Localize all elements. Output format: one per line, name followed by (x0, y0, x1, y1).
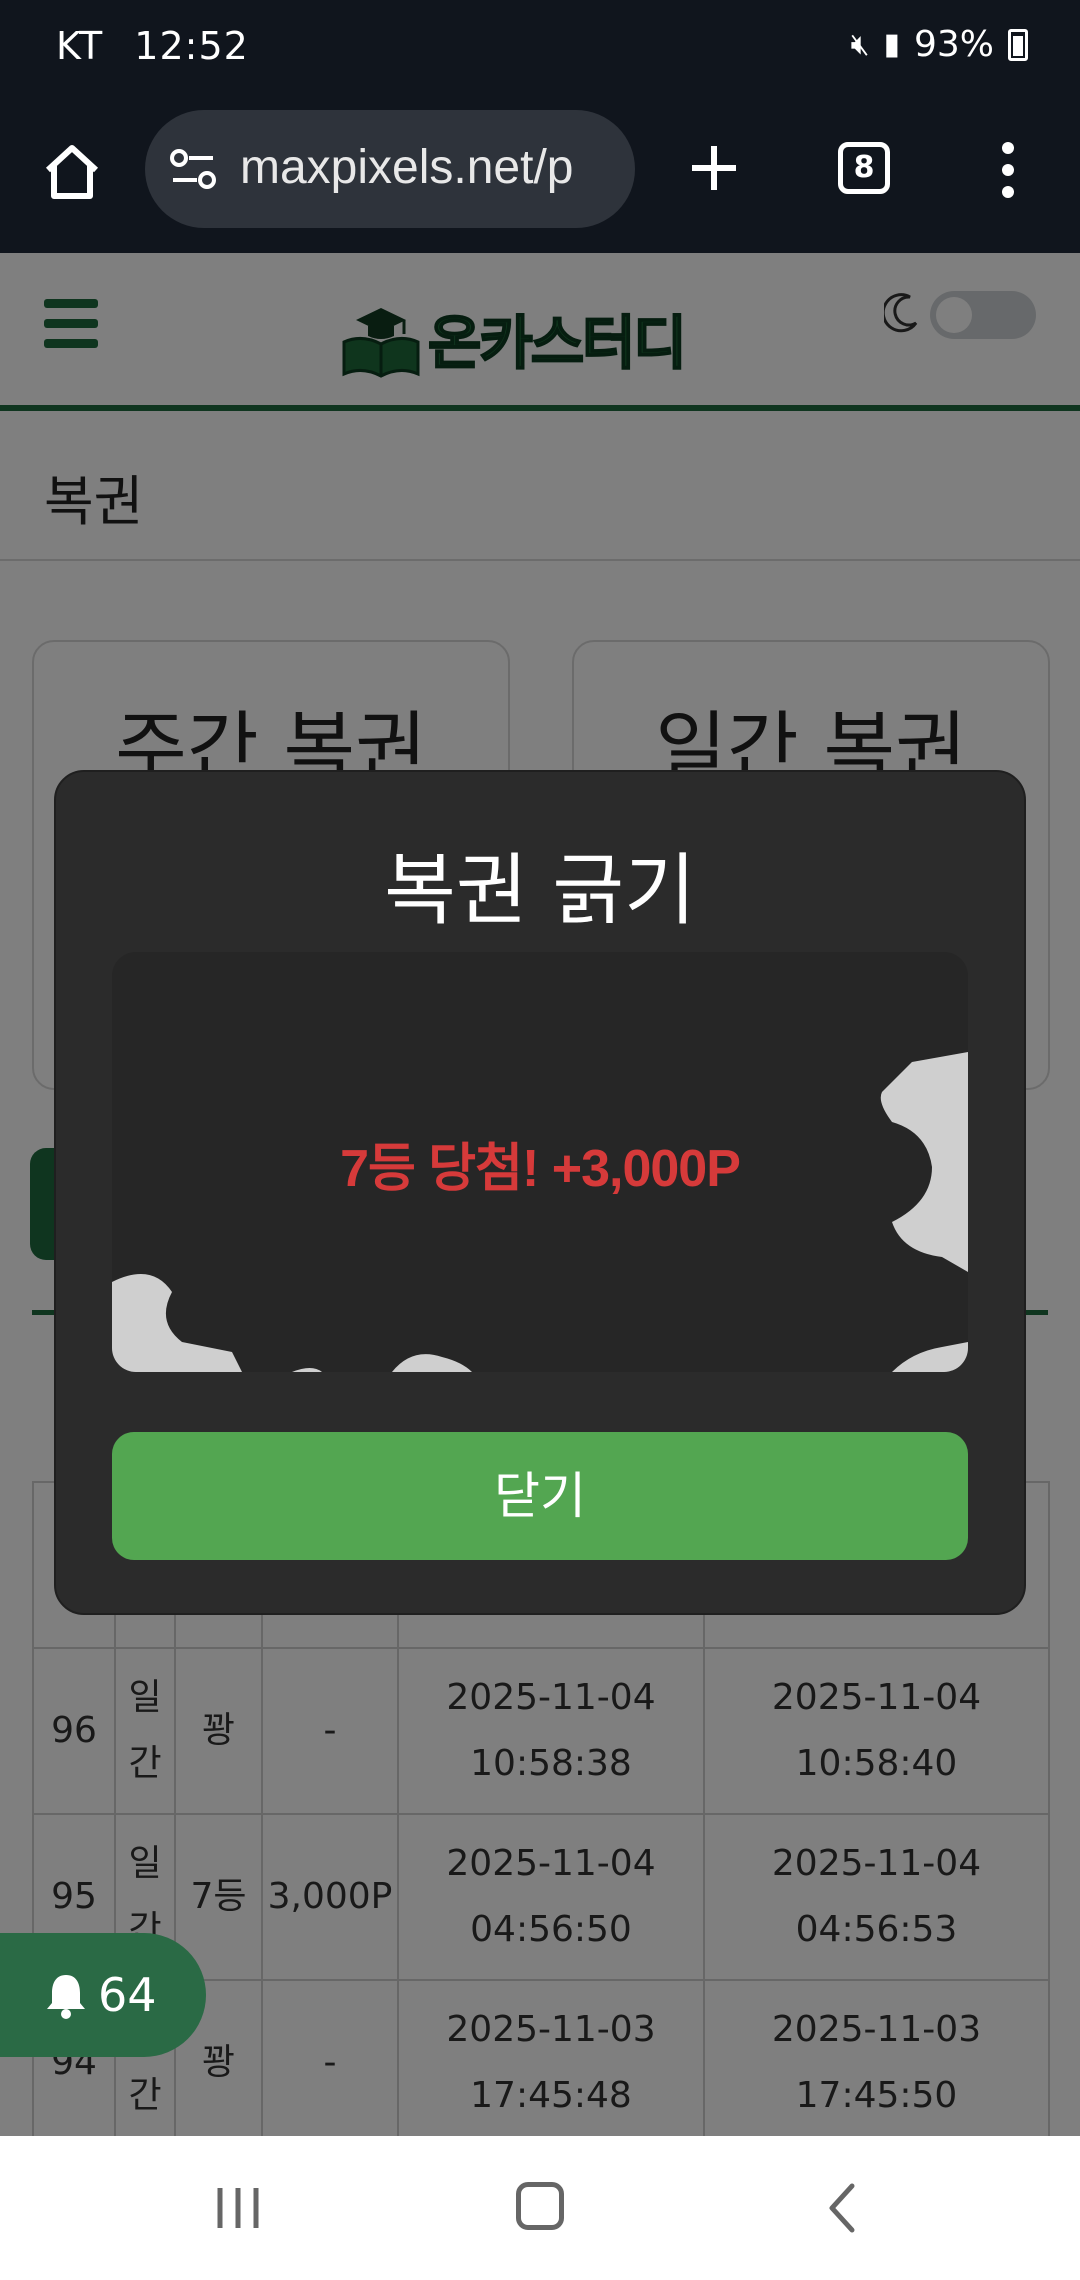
address-bar[interactable]: maxpixels.net/p (145, 110, 635, 228)
url-text[interactable]: maxpixels.net/p (240, 140, 620, 195)
signal-icon: ▮ (883, 27, 900, 62)
scratch-lottery-modal: 복권 긁기 7등 당첨! +3,000P 닫기 (54, 770, 1026, 1615)
scratch-area[interactable]: 7등 당첨! +3,000P (112, 952, 968, 1372)
clock: 12:52 (134, 24, 249, 68)
close-button[interactable]: 닫기 (112, 1432, 968, 1560)
new-tab-icon[interactable] (688, 142, 740, 194)
notification-button[interactable]: 64 (0, 1933, 206, 2057)
battery-icon (1008, 28, 1028, 61)
tab-switcher-button[interactable]: 8 (838, 142, 890, 194)
back-icon[interactable] (826, 2182, 856, 2234)
modal-title: 복권 긁기 (384, 846, 696, 936)
carrier-label: KT (56, 24, 104, 68)
web-page: 온카스터디 복권 주간 복권 일간 복권 96 일간 꽝 - (0, 253, 1080, 2136)
status-bar: KT 12:52 🔇︎ ▮ 93% (0, 0, 1080, 100)
bell-icon (47, 1975, 85, 2019)
home-button[interactable] (516, 2182, 564, 2230)
battery-percent: 93% (913, 24, 994, 65)
status-right: 🔇︎ ▮ 93% (851, 24, 1028, 65)
browser-toolbar: maxpixels.net/p 8 (0, 100, 1080, 253)
recent-apps-icon[interactable] (214, 2186, 262, 2230)
status-left: KT 12:52 (56, 24, 267, 68)
home-icon[interactable] (40, 140, 104, 204)
notification-count: 64 (98, 1968, 157, 2022)
scratch-coating[interactable] (112, 952, 968, 1372)
site-settings-icon[interactable] (169, 148, 217, 190)
more-menu-icon[interactable] (990, 140, 1026, 200)
system-nav-bar (0, 2136, 1080, 2280)
mute-icon: 🔇︎ (850, 27, 870, 62)
